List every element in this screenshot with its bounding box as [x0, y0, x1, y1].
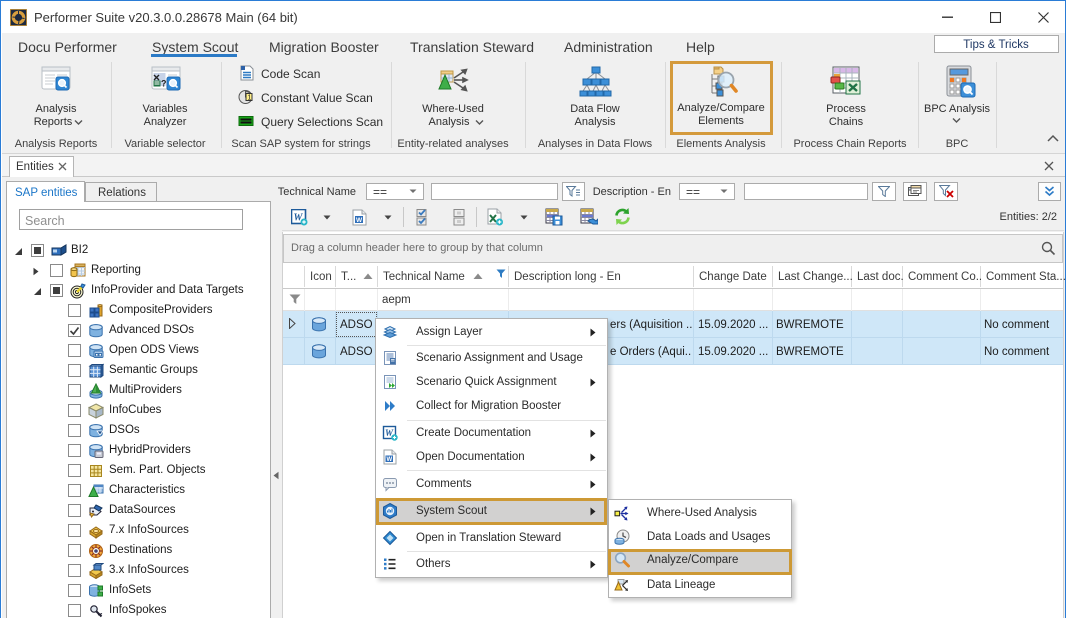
- svg-text:W: W: [387, 457, 393, 463]
- svg-text:1: 1: [248, 95, 252, 102]
- svg-text:W: W: [356, 217, 363, 224]
- svg-text:?: ?: [161, 79, 167, 89]
